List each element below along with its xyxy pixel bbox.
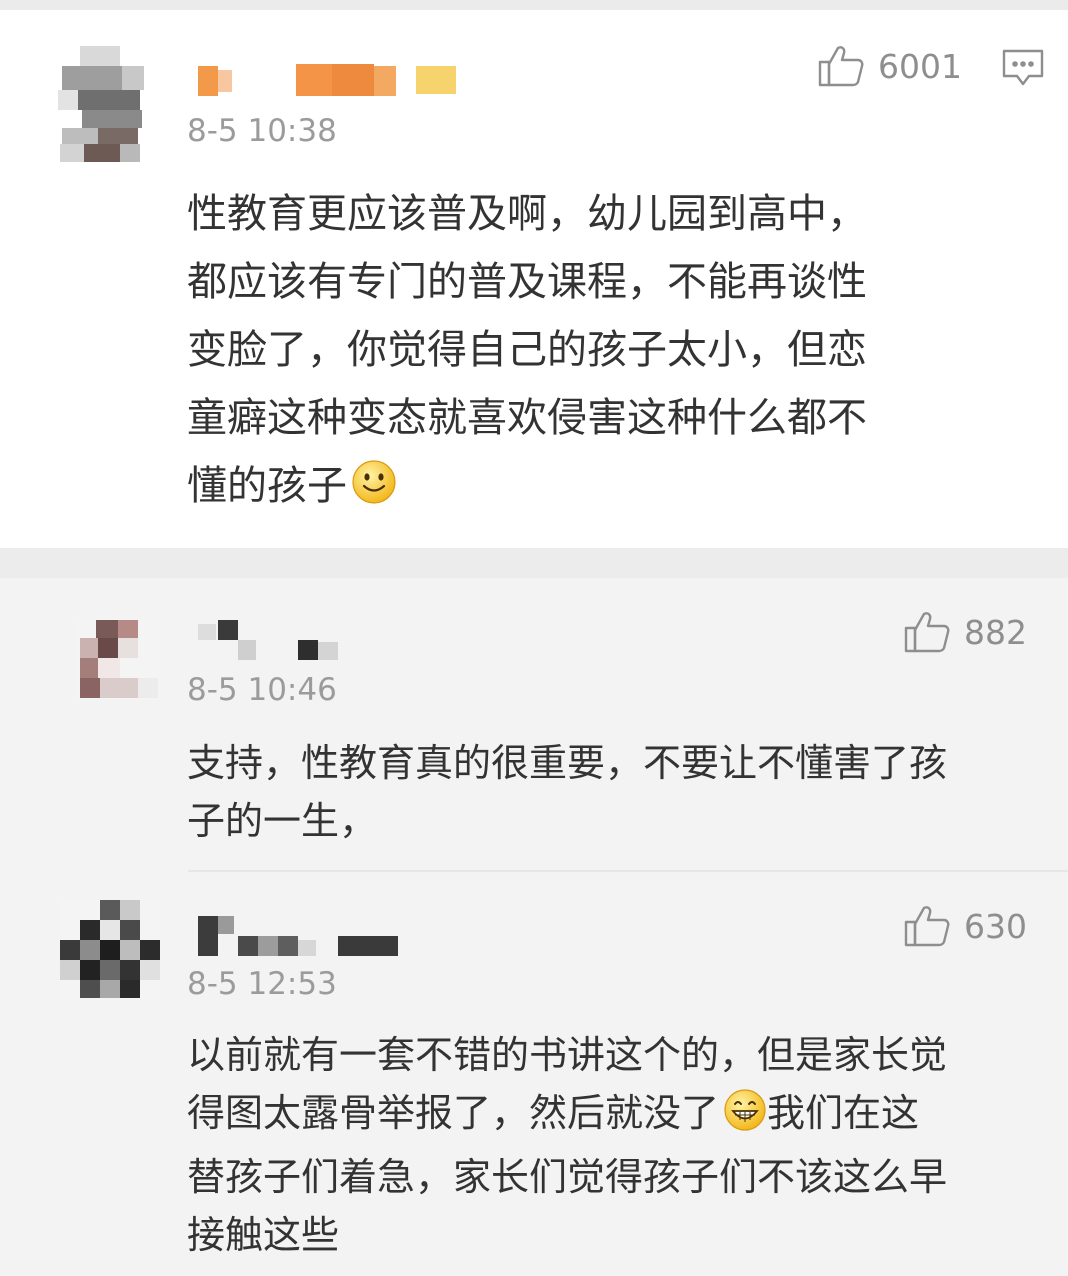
comment-text: 性教育更应该普及啊，幼儿园到高中， 都应该有专门的普及课程，不能再谈性 变脸了，…: [187, 180, 867, 526]
comment-icon[interactable]: [1001, 48, 1045, 88]
comment-timestamp: 8-5 10:46: [187, 672, 337, 708]
avatar[interactable]: [60, 900, 160, 1000]
comment-timestamp: 8-5 10:38: [187, 113, 337, 149]
thumbs-up-icon: [818, 44, 864, 88]
thumbs-up-icon: [904, 904, 950, 948]
thumbs-up-icon: [904, 610, 950, 654]
comment-line: 接触这些: [187, 1213, 340, 1257]
comment-line: 得图太露骨举报了，然后就没了 我们在这: [187, 1084, 947, 1148]
top-divider: [0, 0, 1068, 10]
comment-line-last: 懂的孩子: [187, 452, 867, 526]
grin-emoji: [723, 1088, 767, 1148]
comment-text: 以前就有一套不错的书讲这个的，但是家长觉 得图太露骨举报了，然后就没了 我们在这…: [187, 1026, 947, 1264]
comment-line: 子的一生，: [187, 799, 378, 843]
username-redacted[interactable]: [198, 914, 398, 960]
like-button[interactable]: 6001: [818, 44, 962, 88]
section-divider: [0, 548, 1068, 578]
avatar[interactable]: [38, 42, 160, 164]
comment-line-text: 得图太露骨举报了，然后就没了: [187, 1091, 720, 1135]
comment-line-text: 我们在这: [767, 1091, 920, 1135]
comment-line: 童癖这种变态就喜欢侵害这种什么都不: [187, 395, 867, 441]
avatar[interactable]: [78, 618, 160, 700]
comment-text: 支持，性教育真的很重要，不要让不懂害了孩 子的一生，: [187, 734, 947, 850]
username-redacted[interactable]: [198, 620, 340, 664]
comment-line: 性教育更应该普及啊，幼儿园到高中，: [187, 191, 867, 237]
like-count: 630: [964, 906, 1027, 946]
smile-emoji: [351, 458, 397, 526]
like-button[interactable]: 630: [904, 904, 1027, 948]
like-count: 6001: [878, 46, 962, 86]
comment-line: 都应该有专门的普及课程，不能再谈性: [187, 259, 867, 305]
comment-timestamp: 8-5 12:53: [187, 966, 337, 1002]
username-redacted[interactable]: [198, 60, 460, 100]
like-button[interactable]: 882: [904, 610, 1027, 654]
comment-line: 变脸了，你觉得自己的孩子太小，但恋: [187, 327, 867, 373]
reply-divider: [188, 870, 1068, 872]
comment-line: 替孩子们着急，家长们觉得孩子们不该这么早: [187, 1155, 948, 1199]
comment-line: 支持，性教育真的很重要，不要让不懂害了孩: [187, 741, 948, 785]
comment-line: 以前就有一套不错的书讲这个的，但是家长觉: [187, 1033, 948, 1077]
comment-line-text: 懂的孩子: [187, 463, 347, 509]
like-count: 882: [964, 612, 1027, 652]
